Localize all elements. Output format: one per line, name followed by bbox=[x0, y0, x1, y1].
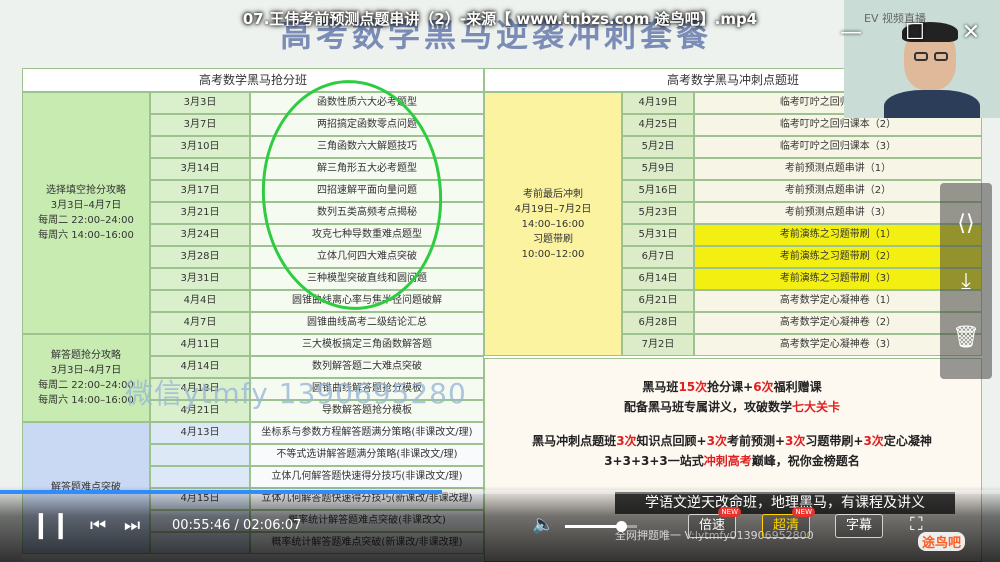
side-toolbar: ⟨⟩ ⤓ 🗑 bbox=[940, 183, 992, 379]
pause-icon[interactable]: ❙❙ bbox=[30, 510, 72, 540]
date-cell: 3月10日 bbox=[150, 136, 250, 158]
date-cell: 3月14日 bbox=[150, 158, 250, 180]
webcam-overlay: EV 视频直播 bbox=[844, 0, 1000, 118]
time-display: 00:55:46 / 02:06:07 bbox=[172, 518, 301, 533]
date-cell bbox=[150, 466, 250, 488]
date-cell: 6月21日 bbox=[622, 290, 694, 312]
subtitle-button[interactable]: 字幕 bbox=[835, 514, 884, 538]
date-cell: 4月13日 bbox=[150, 422, 250, 444]
close-button[interactable]: ✕ bbox=[958, 22, 984, 44]
new-badge: NEW bbox=[718, 507, 742, 517]
topic-cell: 坐标系与参数方程解答题满分策略(非课改文/理) bbox=[250, 422, 484, 444]
topic-cell: 立体几何解答题快速得分技巧(非课改文/理) bbox=[250, 466, 484, 488]
restore-button[interactable]: ☐ bbox=[902, 22, 928, 44]
download-icon[interactable]: ⤓ bbox=[940, 269, 992, 294]
teacher-body bbox=[884, 90, 980, 118]
date-cell: 3月3日 bbox=[150, 92, 250, 114]
topic-cell: 高考数学定心凝神卷（1） bbox=[694, 290, 982, 312]
group-cell-line: 每周二 22:00–24:00 bbox=[38, 215, 134, 226]
promo-line-4: 3+3+3+3一站式冲刺高考巅峰，祝你金榜题名 bbox=[604, 454, 860, 468]
subtitle-text: 学语文逆天改命班，地理黑马，有课程及讲义 bbox=[615, 492, 955, 514]
volume-slider[interactable] bbox=[565, 521, 637, 532]
date-cell: 5月16日 bbox=[622, 180, 694, 202]
new-badge: NEW bbox=[792, 507, 816, 517]
topic-cell: 高考数学定心凝神卷（3） bbox=[694, 334, 982, 356]
trash-icon[interactable]: 🗑 bbox=[940, 325, 992, 350]
progress-bar[interactable] bbox=[0, 490, 1000, 494]
glasses-right bbox=[934, 52, 948, 61]
group-cell-line: 习题带刷 bbox=[533, 233, 573, 245]
date-cell: 6月7日 bbox=[622, 246, 694, 268]
group-cell-line: 3月3日–4月7日 bbox=[50, 365, 122, 376]
group-cell-line: 10:00–12:00 bbox=[521, 248, 585, 260]
date-cell: 4月19日 bbox=[622, 92, 694, 114]
date-cell: 6月28日 bbox=[622, 312, 694, 334]
date-cell: 3月17日 bbox=[150, 180, 250, 202]
date-cell: 3月24日 bbox=[150, 224, 250, 246]
volume-fill bbox=[565, 525, 622, 528]
group-cell-line: 考前最后冲刺 bbox=[523, 188, 583, 200]
group-cell-line: 每周六 14:00–16:00 bbox=[38, 230, 134, 241]
fullscreen-icon[interactable]: ⛶ bbox=[910, 514, 923, 535]
group-cell-line: 解答题抢分攻略 bbox=[51, 350, 121, 361]
date-cell: 6月14日 bbox=[622, 268, 694, 290]
share-icon[interactable]: ⟨⟩ bbox=[940, 211, 992, 236]
group-cell-line: 每周二 22:00–24:00 bbox=[38, 380, 134, 391]
quality-button[interactable]: 超清 NEW bbox=[762, 507, 816, 538]
promo-line-2: 配备黑马班专属讲义，攻破数学七大关卡 bbox=[623, 400, 841, 414]
promo-line-3: 黑马冲刺点题班3次知识点回顾+3次考前预测+3次习题带刷+3次定心凝神 bbox=[532, 434, 932, 448]
time-separator: / bbox=[230, 518, 244, 533]
topic-cell: 考前预测点题串讲（2） bbox=[694, 180, 982, 202]
glasses-left bbox=[914, 52, 928, 61]
date-cell bbox=[150, 444, 250, 466]
date-cell: 4月25日 bbox=[622, 114, 694, 136]
date-cell: 3月31日 bbox=[150, 268, 250, 290]
current-time: 00:55:46 bbox=[172, 518, 231, 533]
topic-cell: 三大模板搞定三角函数解答题 bbox=[250, 334, 484, 356]
group-cell-line: 每周六 14:00–16:00 bbox=[38, 395, 134, 406]
topic-cell: 考前演练之习题带刷（2） bbox=[694, 246, 982, 268]
topic-cell: 不等式选讲解答题满分策略(非课改文/理) bbox=[250, 444, 484, 466]
next-icon[interactable]: ⏭ bbox=[124, 515, 140, 536]
date-cell: 3月7日 bbox=[150, 114, 250, 136]
topic-cell: 临考叮咛之回归课本（3） bbox=[694, 136, 982, 158]
topic-cell: 考前预测点题串讲（3） bbox=[694, 202, 982, 224]
topic-cell: 考前演练之习题带刷（1） bbox=[694, 224, 982, 246]
minimize-button[interactable]: — bbox=[838, 22, 864, 44]
date-cell: 4月7日 bbox=[150, 312, 250, 334]
topic-cell: 圆锥曲线高考二级结论汇总 bbox=[250, 312, 484, 334]
topic-cell: 考前预测点题串讲（1） bbox=[694, 158, 982, 180]
group-cell-line: 选择填空抢分攻略 bbox=[46, 185, 126, 196]
group-cell: 考前最后冲刺 4月19日–7月2日 14:00–16:00 习题带刷 10:00–12:… bbox=[484, 92, 622, 356]
video-title: 07.王伟考前预测点题串讲（2）-来源【 www.tnbzs.com 途鸟吧】.… bbox=[242, 10, 758, 28]
group-cell-line: 3月3日–4月7日 bbox=[50, 200, 122, 211]
date-cell: 4月4日 bbox=[150, 290, 250, 312]
video-player[interactable]: 高考数学黑马逆袭冲刺套餐 07.王伟考前预测点题串讲（2）-来源【 www.tn… bbox=[0, 0, 1000, 562]
topic-cell: 考前演练之习题带刷（3） bbox=[694, 268, 982, 290]
left-table-title: 高考数学黑马抢分班 bbox=[22, 68, 484, 92]
group-cell-line: 14:00–16:00 bbox=[521, 218, 585, 230]
date-cell: 4月11日 bbox=[150, 334, 250, 356]
progress-fill bbox=[0, 490, 442, 494]
promo-line-1: 黑马班15次抢分课+6次福利赠课 bbox=[642, 380, 822, 394]
topic-cell: 高考数学定心凝神卷（2） bbox=[694, 312, 982, 334]
date-cell: 5月9日 bbox=[622, 158, 694, 180]
group-cell-line: 4月19日–7月2日 bbox=[514, 203, 592, 215]
date-cell: 5月23日 bbox=[622, 202, 694, 224]
date-cell: 5月31日 bbox=[622, 224, 694, 246]
date-cell: 3月21日 bbox=[150, 202, 250, 224]
site-logo: 途鸟吧 bbox=[918, 532, 966, 551]
group-cell: 选择填空抢分攻略 3月3日–4月7日每周二 22:00–24:00 每周六 14:0… bbox=[22, 92, 150, 334]
date-cell: 5月2日 bbox=[622, 136, 694, 158]
watermark-text: 微信ytmfy 1390695280 bbox=[125, 377, 467, 410]
total-duration: 02:06:07 bbox=[243, 518, 302, 533]
date-cell: 7月2日 bbox=[622, 334, 694, 356]
speed-button[interactable]: 倍速 NEW bbox=[688, 507, 742, 538]
volume-icon[interactable]: 🔈 bbox=[532, 514, 554, 535]
date-cell: 3月28日 bbox=[150, 246, 250, 268]
previous-icon[interactable]: ⏮ bbox=[90, 515, 106, 536]
